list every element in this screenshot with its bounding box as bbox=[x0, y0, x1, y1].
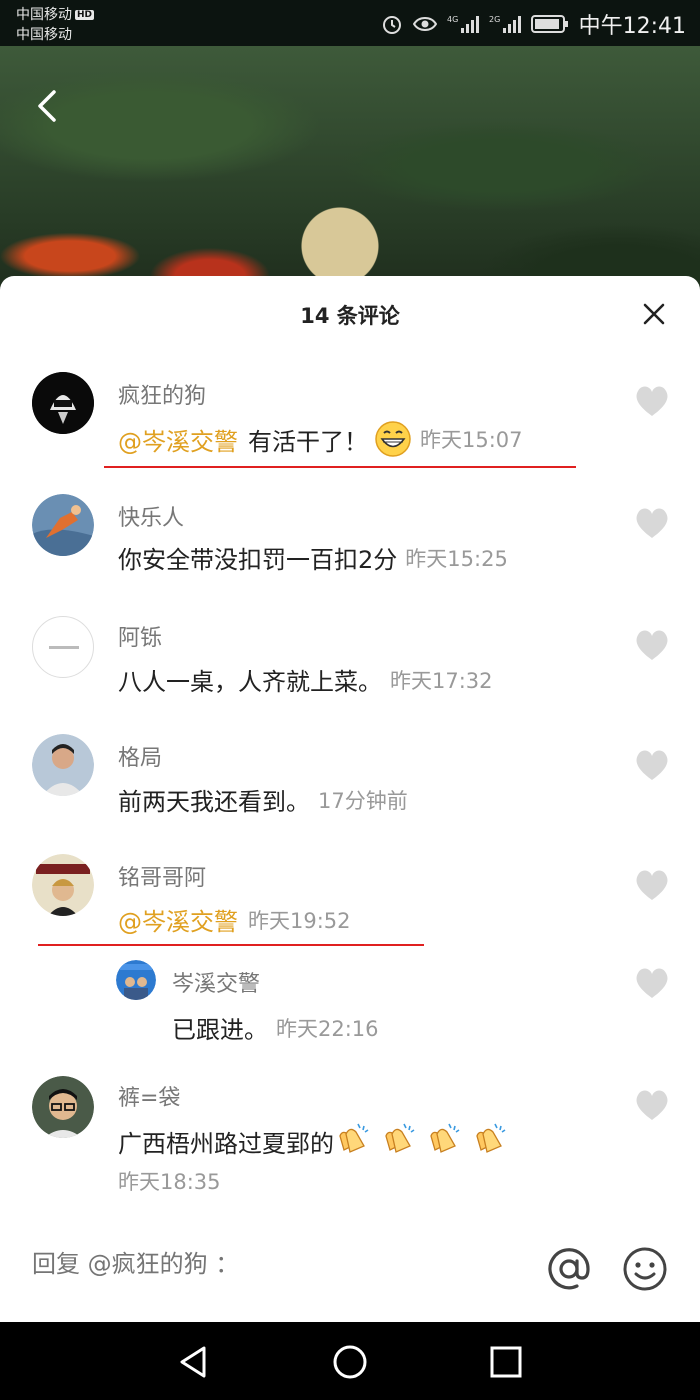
eye-icon bbox=[412, 17, 437, 31]
like-heart-icon[interactable] bbox=[634, 1088, 670, 1122]
comment-username[interactable]: 格局 bbox=[118, 740, 162, 772]
comment-username[interactable]: 快乐人 bbox=[118, 500, 184, 532]
clock: 中午12:41 bbox=[578, 14, 686, 39]
battery-icon bbox=[530, 15, 568, 33]
police-avatar-icon bbox=[116, 960, 156, 1000]
like-heart-icon[interactable] bbox=[634, 868, 670, 902]
man-photo-avatar-icon bbox=[32, 734, 94, 796]
back-triangle-icon[interactable] bbox=[172, 1340, 216, 1384]
poster-avatar-icon bbox=[32, 854, 94, 916]
comment-time: 昨天15:07 bbox=[420, 428, 523, 452]
like-heart-icon[interactable] bbox=[634, 748, 670, 782]
clapping-hands-emojis bbox=[334, 1120, 509, 1162]
reply-input[interactable] bbox=[32, 1250, 512, 1278]
avatar[interactable] bbox=[32, 616, 94, 678]
comment-body: 已跟进。 bbox=[172, 1016, 268, 1044]
alarm-icon bbox=[382, 16, 401, 34]
signal-2g-icon: 2G bbox=[489, 15, 521, 33]
comment-text: 你安全带没扣罚一百扣2分 昨天15:25 bbox=[118, 540, 508, 575]
like-heart-icon[interactable] bbox=[634, 628, 670, 662]
clapping-hands-icon bbox=[476, 1123, 506, 1153]
mention-link[interactable]: @岑溪交警 bbox=[118, 422, 238, 457]
avatar[interactable] bbox=[32, 734, 94, 796]
status-icons: 4G 2G 中午12:41 bbox=[381, 8, 686, 40]
comment-text: 广西梧州路过夏郢的 bbox=[118, 1120, 509, 1162]
clapping-hands-icon bbox=[384, 1123, 415, 1153]
like-heart-icon[interactable] bbox=[634, 506, 670, 540]
hd-badge: HD bbox=[75, 10, 95, 20]
comment-time: 昨天17:32 bbox=[390, 668, 493, 693]
system-nav-bar bbox=[0, 1322, 700, 1400]
comment-body: 前两天我还看到。 bbox=[118, 788, 310, 816]
avatar[interactable] bbox=[32, 1076, 94, 1138]
comment-text: 八人一桌，人齐就上菜。 昨天17:32 bbox=[118, 662, 493, 697]
video-player[interactable] bbox=[0, 46, 700, 306]
signal-4g-icon: 4G bbox=[447, 15, 479, 33]
swimmer-avatar-icon bbox=[32, 494, 94, 556]
helmet-avatar-icon bbox=[32, 372, 94, 434]
svg-text:4G: 4G bbox=[447, 15, 458, 24]
svg-text:2G: 2G bbox=[489, 15, 500, 24]
comment-time: 昨天15:25 bbox=[405, 546, 508, 571]
comment-time: 17分钟前 bbox=[318, 788, 408, 813]
mention-link[interactable]: @岑溪交警 bbox=[118, 902, 238, 937]
comment-username[interactable]: 铭哥哥阿 bbox=[118, 860, 206, 892]
reply-username[interactable]: 岑溪交警 bbox=[172, 966, 260, 998]
at-mention-icon[interactable] bbox=[544, 1244, 594, 1294]
glasses-man-avatar-icon bbox=[32, 1076, 94, 1138]
comment-sheet: 14 条评论 疯狂的狗 @岑溪交警 有活干了！ 昨天15:07 快乐人 你安全带… bbox=[0, 276, 700, 1322]
comment-count-title: 14 条评论 bbox=[300, 304, 400, 328]
avatar[interactable] bbox=[32, 854, 94, 916]
clapping-hands-icon bbox=[339, 1123, 369, 1153]
grinning-face-icon bbox=[375, 421, 411, 457]
smiley-emoji-icon[interactable] bbox=[622, 1246, 668, 1292]
comment-time: 昨天22:16 bbox=[276, 1016, 379, 1041]
back-arrow-icon[interactable] bbox=[28, 86, 68, 126]
comment-username[interactable]: 疯狂的狗 bbox=[118, 378, 206, 410]
comment-time: 昨天19:52 bbox=[248, 908, 351, 933]
comment-username[interactable]: 阿铄 bbox=[118, 620, 162, 652]
close-icon[interactable] bbox=[642, 302, 666, 326]
comment-body: 八人一桌，人齐就上菜。 bbox=[118, 668, 382, 696]
comment-time: 昨天18:35 bbox=[118, 1170, 221, 1194]
like-heart-icon[interactable] bbox=[634, 384, 670, 418]
home-circle-icon[interactable] bbox=[328, 1340, 372, 1384]
avatar[interactable] bbox=[32, 494, 94, 556]
red-underline bbox=[38, 944, 424, 946]
comment-text: @岑溪交警 有活干了！ 昨天15:07 bbox=[118, 420, 523, 458]
recents-square-icon[interactable] bbox=[484, 1340, 528, 1384]
comment-username[interactable]: 裤=袋 bbox=[118, 1080, 180, 1112]
comment-text: 前两天我还看到。 17分钟前 bbox=[118, 782, 408, 817]
like-heart-icon[interactable] bbox=[634, 966, 670, 1000]
comment-body: 你安全带没扣罚一百扣2分 bbox=[118, 546, 398, 574]
reply-text: 已跟进。 昨天22:16 bbox=[172, 1010, 379, 1045]
comment-body: 广西梧州路过夏郢的 bbox=[118, 1129, 334, 1158]
avatar[interactable] bbox=[32, 372, 94, 434]
avatar[interactable] bbox=[116, 960, 156, 1000]
clapping-hands-icon bbox=[430, 1123, 460, 1153]
carrier-label-2: 中国移动 bbox=[16, 27, 72, 43]
red-underline bbox=[104, 466, 576, 468]
white-logo-avatar-icon bbox=[49, 646, 79, 649]
reply-bar bbox=[0, 1222, 700, 1322]
comment-text: @岑溪交警 昨天19:52 bbox=[118, 902, 351, 937]
carrier-label-1: 中国移动 HD bbox=[16, 7, 95, 23]
comment-body: 有活干了！ bbox=[248, 427, 368, 456]
status-bar: 中国移动 HD 中国移动 4G 2G 中午12:41 bbox=[0, 0, 700, 46]
